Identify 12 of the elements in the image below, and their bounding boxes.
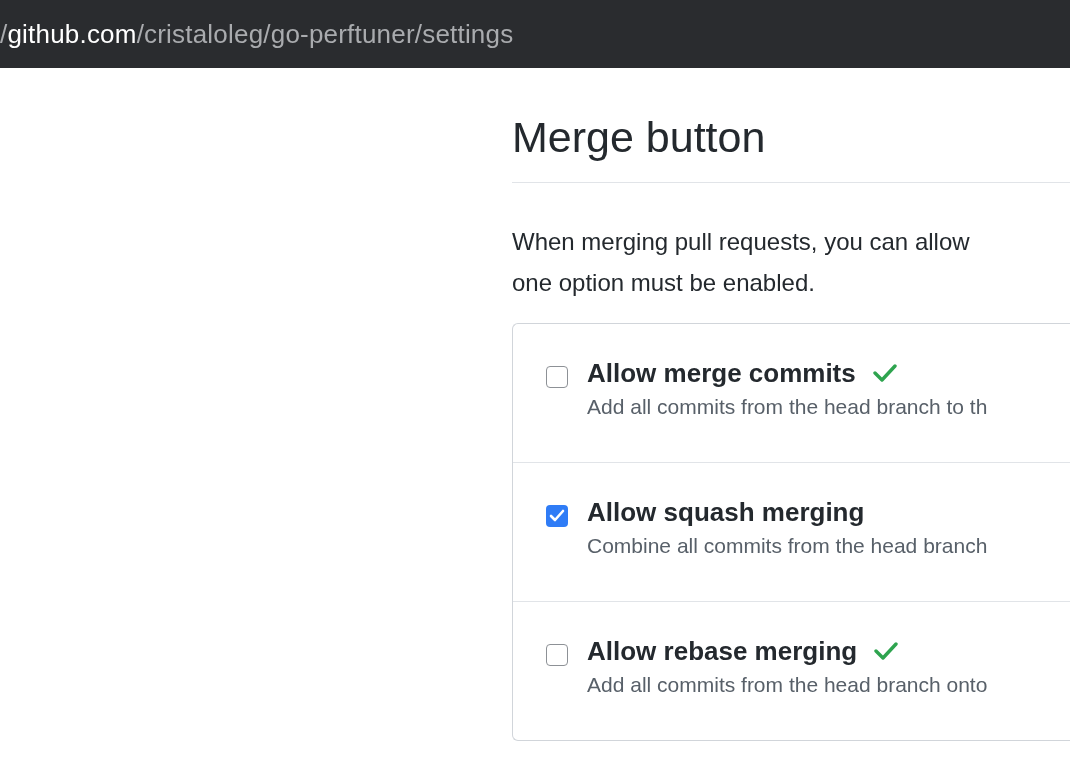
section-heading: Merge button <box>512 112 1070 183</box>
checkbox[interactable] <box>546 365 568 388</box>
section-description: When merging pull requests, you can allow one option must be enabled. <box>512 226 971 298</box>
option-description: Add all commits from the head branch to th <box>587 394 988 419</box>
option-description: Add all commits from the head branch onto <box>587 672 988 697</box>
option-label[interactable]: Allow merge commits <box>587 357 856 389</box>
option-label[interactable]: Allow rebase merging <box>587 635 858 667</box>
url-text[interactable]: /github.com/cristaloleg/go-perftuner/settings <box>0 18 514 50</box>
option-description: Combine all commits from the head branch <box>587 533 988 558</box>
checkbox[interactable] <box>546 504 568 527</box>
option-label[interactable]: Allow squash merging <box>587 496 865 528</box>
checkbox[interactable] <box>546 643 568 666</box>
